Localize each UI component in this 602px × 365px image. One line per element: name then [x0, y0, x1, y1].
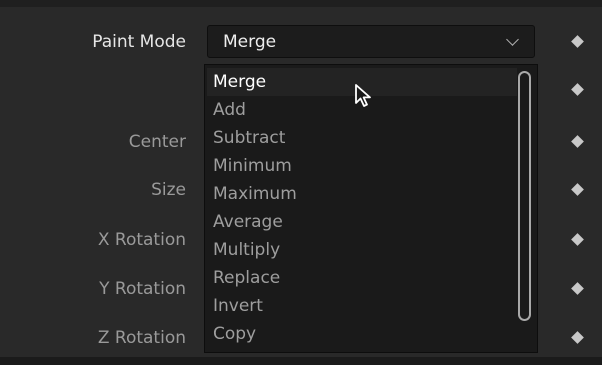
keyframe-diamond-icon[interactable]	[571, 135, 584, 148]
bottom-frame-border	[0, 357, 602, 365]
keyframe-diamond-icon[interactable]	[571, 233, 584, 246]
property-label-z-rotation: Z Rotation	[97, 328, 186, 348]
dropdown-scrollbar[interactable]	[518, 71, 531, 321]
chevron-down-icon	[506, 33, 519, 46]
property-label-y-rotation: Y Rotation	[99, 279, 186, 299]
keyframe-diamond-icon[interactable]	[571, 183, 584, 196]
dropdown-option-invert[interactable]: Invert	[207, 292, 517, 320]
keyframe-diamond-icon[interactable]	[571, 331, 584, 344]
paint-mode-select[interactable]: Merge	[207, 25, 535, 58]
dropdown-option-minimum[interactable]: Minimum	[207, 152, 517, 180]
keyframe-diamond-icon[interactable]	[571, 35, 584, 48]
keyframe-diamond-icon[interactable]	[571, 282, 584, 295]
property-label-center: Center	[128, 132, 186, 152]
property-label-size: Size	[151, 180, 186, 200]
property-label-paint-mode: Paint Mode	[92, 32, 186, 52]
mouse-pointer-icon	[355, 84, 371, 107]
dropdown-option-average[interactable]: Average	[207, 208, 517, 236]
paint-mode-select-value: Merge	[223, 32, 277, 52]
dropdown-option-subtract[interactable]: Subtract	[207, 124, 517, 152]
property-label-x-rotation: X Rotation	[97, 230, 186, 250]
keyframe-diamond-icon[interactable]	[571, 83, 584, 96]
dropdown-option-maximum[interactable]: Maximum	[207, 180, 517, 208]
dropdown-option-replace[interactable]: Replace	[207, 264, 517, 292]
dropdown-option-multiply[interactable]: Multiply	[207, 236, 517, 264]
top-frame-border	[0, 0, 602, 7]
dropdown-option-copy[interactable]: Copy	[207, 320, 517, 348]
